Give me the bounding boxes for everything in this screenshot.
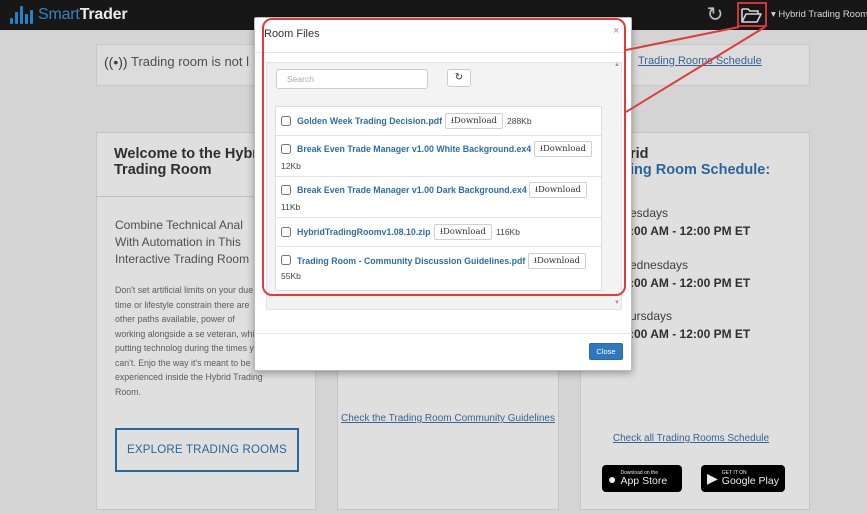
annotation-connector-lines — [625, 26, 766, 113]
